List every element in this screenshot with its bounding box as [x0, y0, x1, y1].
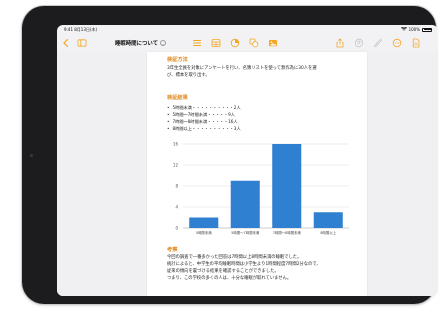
chart-y-tick-label: 4: [175, 205, 178, 210]
list-format-icon[interactable]: [192, 38, 202, 48]
status-time-date: 9:41 8月13日(木): [64, 27, 98, 32]
back-chevron-icon[interactable]: [61, 38, 71, 48]
document-title[interactable]: 睡眠時間について ⌄: [115, 39, 166, 47]
chart-y-tick-label: 16: [173, 142, 179, 147]
collaborate-icon[interactable]: [354, 38, 364, 48]
chart-y-tick-label: 0: [175, 226, 178, 231]
document-page[interactable]: 検証方法 3年生全員を対象にアンケートを行い、名簿リストを使って無作為に30人を…: [147, 52, 367, 296]
chart-bar: [313, 212, 343, 228]
list-item: 5時間〜7時間未満・・・・・9人: [167, 111, 241, 118]
status-bar: 9:41 8月13日(木) 100%: [57, 25, 438, 34]
shape-icon[interactable]: [249, 38, 259, 48]
chart-bar: [230, 180, 260, 228]
document-icon[interactable]: [411, 38, 421, 48]
method-heading: 検証方法: [167, 57, 188, 63]
chart-icon[interactable]: [230, 38, 240, 48]
more-options-icon[interactable]: [392, 38, 402, 48]
document-canvas: 検証方法 3年生全員を対象にアンケートを行い、名簿リストを使って無作為に30人を…: [57, 52, 438, 296]
front-camera: [30, 154, 33, 157]
chart-svg: 0 4 8 12 16 5時間未満 5時間〜7時間未満 7時間〜8時間未満 8時間以上: [173, 142, 349, 235]
battery-percent: 100%: [408, 27, 420, 32]
screen: 9:41 8月13日(木) 100% 睡眠時間について ⌄ 検証方法 3年生全員…: [57, 25, 438, 296]
toolbar: 睡眠時間について ⌄: [57, 34, 438, 52]
sleep-bar-chart[interactable]: 0 4 8 12 16 5時間未満 5時間〜7時間未満 7時間〜8時間未満 8時間以上: [157, 140, 357, 240]
method-text-line-2: び、標本を取り出す。: [167, 73, 210, 78]
list-item: 5時間未満・・・・・・・・・・2人: [167, 104, 240, 111]
method-text-line-1: 3年生全員を対象にアンケートを行い、名簿リストを使って無作為に30人を選: [167, 66, 317, 71]
chart-x-tick-label: 8時間以上: [320, 230, 336, 235]
chevron-down-icon: ⌄: [159, 40, 166, 46]
list-item: 8時間以上・・・・・・・・・・3人: [167, 125, 240, 132]
share-icon[interactable]: [335, 38, 345, 48]
chart-y-tick-label: 12: [173, 163, 179, 168]
sidebar-icon[interactable]: [77, 38, 87, 48]
result-list: 5時間未満・・・・・・・・・・2人 5時間〜7時間未満・・・・・9人 7時間〜8…: [167, 104, 241, 132]
discussion-line-4: つまり、この学校の多くの人は、十分な睡眠が取れていません。: [167, 276, 292, 281]
wifi-icon: [400, 26, 407, 32]
discussion-heading: 考察: [167, 247, 178, 253]
battery-icon: [422, 27, 432, 32]
result-heading: 検証結果: [167, 95, 188, 101]
chart-bar: [189, 217, 219, 228]
table-icon[interactable]: [211, 38, 221, 48]
chart-x-tick-label: 5時間〜7時間未満: [231, 230, 260, 235]
ipad-frame: 9:41 8月13日(木) 100% 睡眠時間について ⌄ 検証方法 3年生全員…: [22, 6, 438, 304]
chart-x-tick-label: 5時間未満: [196, 230, 212, 235]
chart-bar: [272, 144, 302, 228]
status-indicators: 100%: [400, 26, 432, 32]
media-icon[interactable]: [268, 38, 278, 48]
discussion-line-2: 統計によると、中学生の平均睡眠時間は小学生より1時間程度7時間2分なので、: [167, 262, 321, 267]
format-brush-icon[interactable]: [373, 38, 383, 48]
chart-x-tick-label: 7時間〜8時間未満: [273, 230, 302, 235]
discussion-line-1: 今回の調査で一番多かった回答は7時間以上8時間未満の睡眠でした。: [167, 255, 302, 260]
chart-y-tick-label: 8: [175, 184, 178, 189]
discussion-line-3: 従来の傾向を裏づける結果を確認することができました。: [167, 269, 279, 274]
document-title-text: 睡眠時間について: [115, 41, 158, 47]
list-item: 7時間〜8時間未満・・・・・16人: [167, 118, 241, 125]
